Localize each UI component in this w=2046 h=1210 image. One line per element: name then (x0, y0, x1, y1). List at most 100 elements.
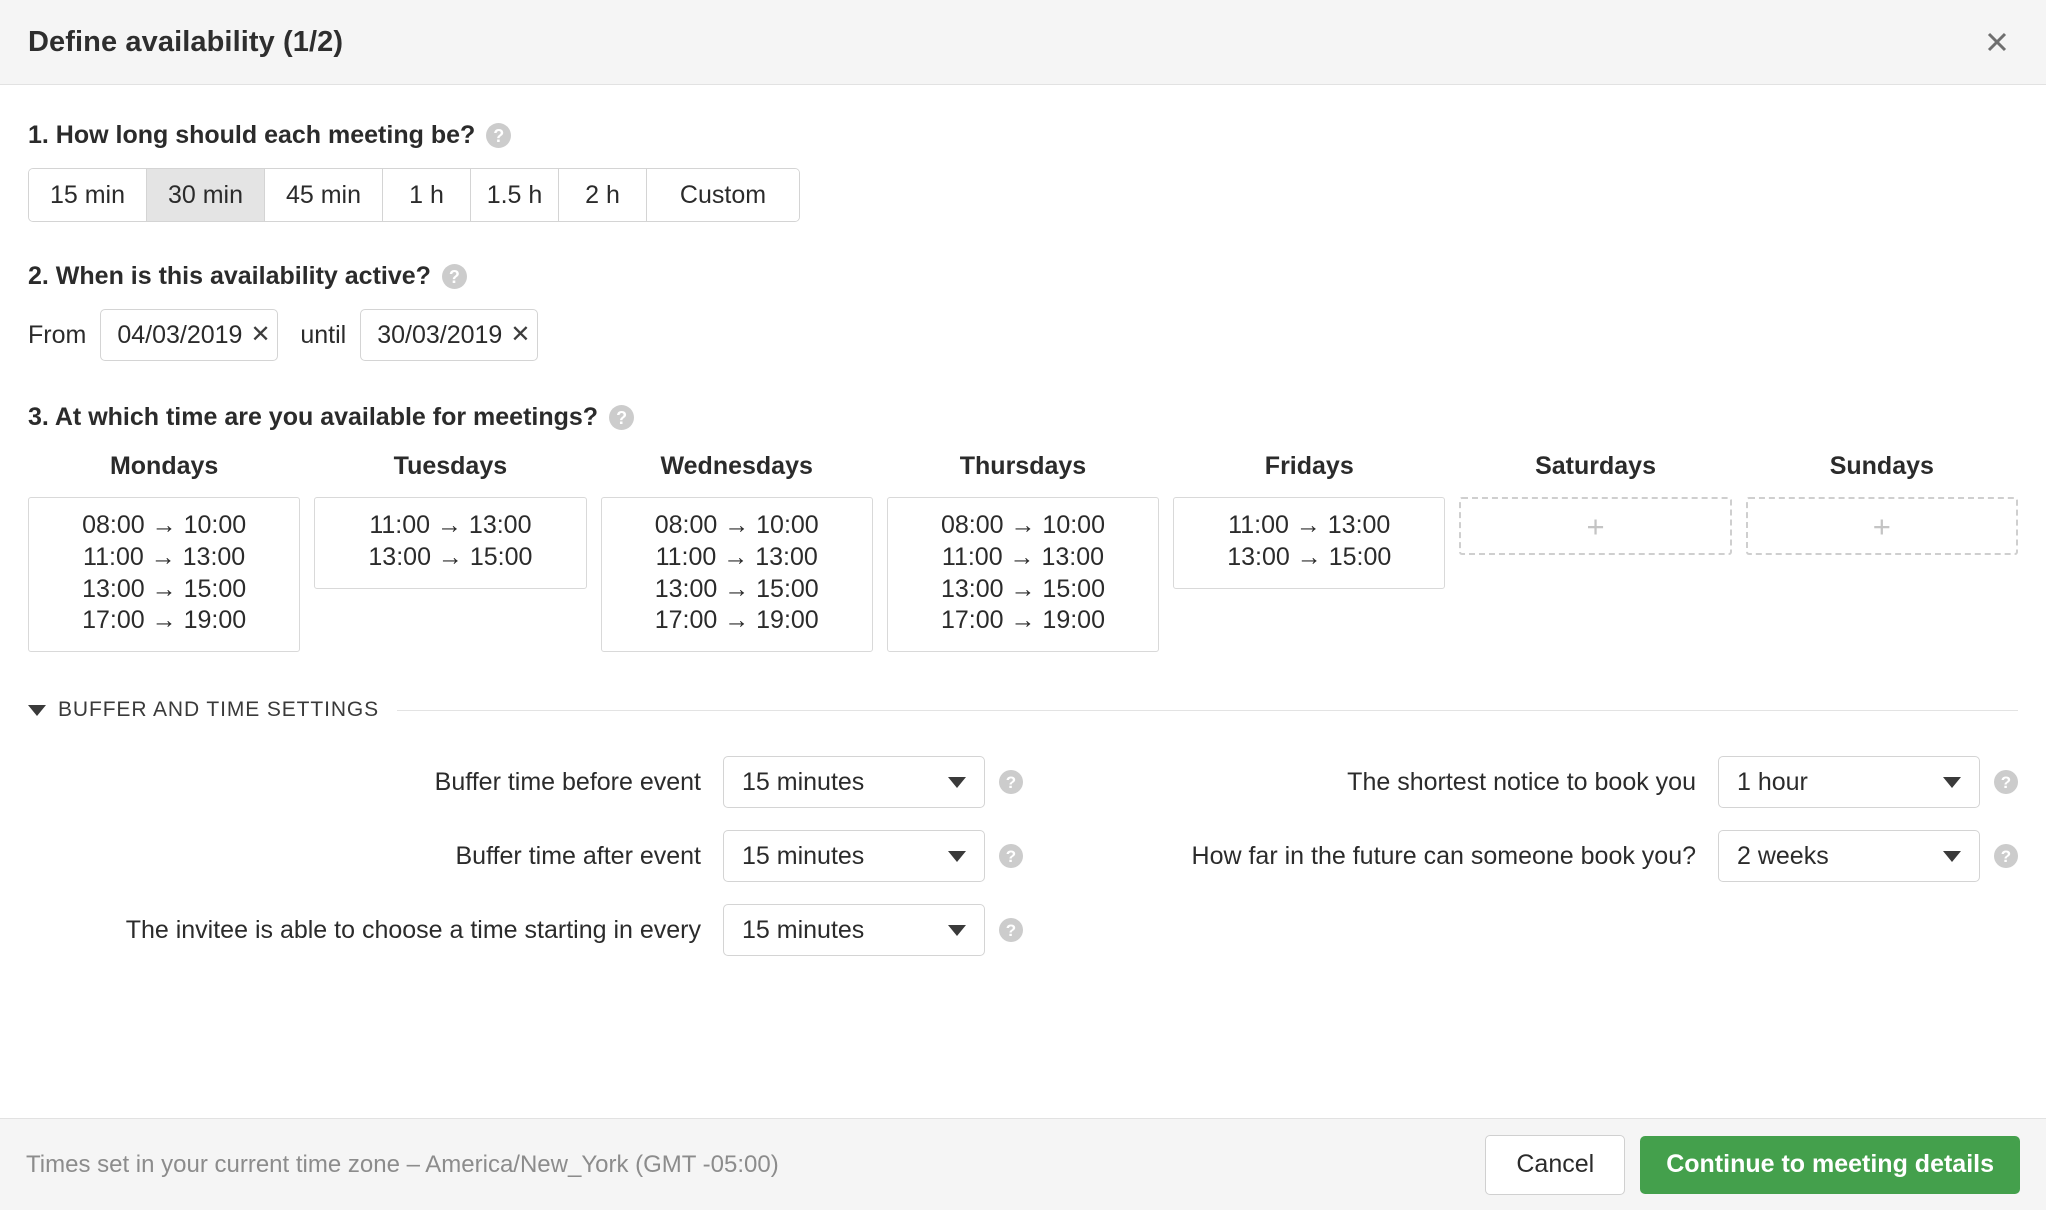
day-label: Wednesdays (660, 452, 813, 480)
help-icon[interactable]: ? (1994, 844, 2018, 868)
day-label: Sundays (1829, 452, 1934, 480)
from-date-field[interactable]: 04/03/2019 ✕ (100, 309, 279, 361)
plus-icon[interactable]: + (1873, 511, 1891, 542)
timezone-note: Times set in your current time zone – Am… (26, 1150, 779, 1178)
duration-option-45min[interactable]: 45 min (265, 169, 383, 221)
time-slot[interactable]: 11:00 → 13:00 (1184, 510, 1434, 542)
slot-box[interactable]: 08:00 → 10:00 11:00 → 13:00 13:00 → 15:0… (886, 497, 1160, 652)
select-value: 2 weeks (1737, 841, 1829, 870)
time-slot[interactable]: 17:00 → 19:00 (612, 605, 862, 637)
divider (397, 709, 2018, 711)
time-slot[interactable]: 11:00 → 13:00 (612, 542, 862, 574)
setting-buffer-before: Buffer time before event 15 minutes ? (28, 756, 1023, 808)
slot-box[interactable]: 08:00 → 10:00 11:00 → 13:00 13:00 → 15:0… (600, 497, 873, 652)
buffer-before-select[interactable]: 15 minutes (723, 756, 985, 808)
add-slot-box-sundays[interactable]: + (1745, 497, 2018, 555)
time-slot[interactable]: 11:00 → 13:00 (39, 542, 289, 574)
select-value: 15 minutes (742, 767, 865, 796)
clear-icon[interactable]: ✕ (502, 323, 530, 347)
time-slot[interactable]: 08:00 → 10:00 (898, 510, 1148, 542)
cancel-button[interactable]: Cancel (1485, 1134, 1626, 1195)
close-icon[interactable] (1976, 21, 2018, 63)
question-duration: 1. How long should each meeting be? ? (28, 121, 2018, 150)
help-icon[interactable]: ? (999, 770, 1023, 794)
buffer-section-header[interactable]: BUFFER AND TIME SETTINGS (28, 698, 2018, 722)
help-icon[interactable]: ? (1994, 770, 2018, 794)
time-slot[interactable]: 13:00 → 15:00 (1184, 542, 1434, 574)
help-icon[interactable]: ? (999, 844, 1023, 868)
day-column-fridays: Fridays 11:00 → 13:00 13:00 → 15:00 (1173, 452, 1446, 652)
duration-option-30min[interactable]: 30 min (147, 169, 265, 221)
slot-box[interactable]: 11:00 → 13:00 13:00 → 15:00 (314, 497, 587, 589)
define-availability-dialog: Define availability (1/2) 1. How long sh… (0, 0, 2046, 1210)
setting-start-increment: The invitee is able to choose a time sta… (28, 904, 1023, 956)
day-column-thursdays: Thursdays 08:00 → 10:00 11:00 → 13:00 13… (886, 452, 1160, 652)
start-increment-select[interactable]: 15 minutes (723, 904, 985, 956)
dialog-body: 1. How long should each meeting be? ? 15… (0, 85, 2046, 1118)
time-slot[interactable]: 17:00 → 19:00 (898, 605, 1148, 637)
day-column-saturdays: Saturdays + (1459, 452, 1732, 652)
day-label: Saturdays (1535, 452, 1656, 480)
buffer-after-select[interactable]: 15 minutes (723, 830, 985, 882)
time-slot[interactable]: 11:00 → 13:00 (325, 510, 575, 542)
buffer-settings-right-column: The shortest notice to book you 1 hour ?… (1023, 756, 2018, 978)
chevron-down-icon (1943, 776, 1961, 788)
chevron-down-icon (948, 924, 966, 936)
duration-option-custom[interactable]: Custom (647, 169, 799, 221)
question-times-label: 3. At which time are you available for m… (28, 403, 599, 431)
setting-label: The invitee is able to choose a time sta… (125, 915, 701, 944)
select-value: 15 minutes (742, 915, 865, 944)
question-active-range-label: 2. When is this availability active? (28, 262, 431, 290)
chevron-down-icon (948, 850, 966, 862)
duration-option-1h[interactable]: 1 h (383, 169, 471, 221)
duration-segmented-control[interactable]: 15 min 30 min 45 min 1 h 1.5 h 2 h Custo… (28, 168, 800, 222)
time-slot[interactable]: 13:00 → 15:00 (898, 574, 1148, 606)
setting-buffer-after: Buffer time after event 15 minutes ? (28, 830, 1023, 882)
time-slot[interactable]: 13:00 → 15:00 (39, 574, 289, 606)
setting-future-limit: How far in the future can someone book y… (1023, 830, 2018, 882)
shortest-notice-select[interactable]: 1 hour (1718, 756, 1980, 808)
add-slot-box-saturdays[interactable]: + (1459, 497, 1732, 555)
time-slot[interactable]: 13:00 → 15:00 (612, 574, 862, 606)
help-icon[interactable]: ? (441, 264, 467, 289)
time-slot[interactable]: 13:00 → 15:00 (325, 542, 575, 574)
setting-label: The shortest notice to book you (1347, 767, 1696, 796)
day-label: Fridays (1264, 452, 1354, 480)
time-slot[interactable]: 11:00 → 13:00 (898, 542, 1148, 574)
time-slot[interactable]: 17:00 → 19:00 (39, 605, 289, 637)
until-date-value: 30/03/2019 (377, 320, 503, 349)
active-range-row: From 04/03/2019 ✕ until 30/03/2019 ✕ (28, 309, 2018, 361)
day-column-tuesdays: Tuesdays 11:00 → 13:00 13:00 → 15:00 (314, 452, 587, 652)
help-icon[interactable]: ? (999, 918, 1023, 942)
duration-option-15min[interactable]: 15 min (29, 169, 147, 221)
question-active-range: 2. When is this availability active? ? (28, 262, 2018, 291)
until-date-field[interactable]: 30/03/2019 ✕ (360, 309, 539, 361)
plus-icon[interactable]: + (1586, 511, 1604, 542)
duration-option-2h[interactable]: 2 h (559, 169, 647, 221)
buffer-section-title: BUFFER AND TIME SETTINGS (58, 698, 380, 721)
slot-box[interactable]: 08:00 → 10:00 11:00 → 13:00 13:00 → 15:0… (28, 497, 301, 652)
question-duration-label: 1. How long should each meeting be? (28, 121, 476, 149)
page-title: Define availability (1/2) (28, 25, 344, 58)
dialog-footer: Times set in your current time zone – Am… (0, 1118, 2046, 1210)
clear-icon[interactable]: ✕ (242, 323, 270, 347)
weekly-availability-grid: Mondays 08:00 → 10:00 11:00 → 13:00 13:0… (28, 452, 2018, 652)
future-limit-select[interactable]: 2 weeks (1718, 830, 1980, 882)
dialog-header: Define availability (1/2) (0, 0, 2046, 85)
slot-box[interactable]: 11:00 → 13:00 13:00 → 15:00 (1173, 497, 1446, 589)
from-label: From (28, 320, 87, 349)
chevron-down-icon (948, 776, 966, 788)
buffer-settings: Buffer time before event 15 minutes ? Bu… (28, 756, 2018, 978)
day-label: Thursdays (959, 452, 1087, 480)
time-slot[interactable]: 08:00 → 10:00 (612, 510, 862, 542)
chevron-down-icon[interactable] (28, 704, 46, 716)
select-value: 1 hour (1737, 767, 1808, 796)
duration-option-1-5h[interactable]: 1.5 h (471, 169, 559, 221)
setting-shortest-notice: The shortest notice to book you 1 hour ? (1023, 756, 2018, 808)
help-icon[interactable]: ? (609, 405, 635, 430)
day-label: Mondays (109, 452, 219, 480)
time-slot[interactable]: 08:00 → 10:00 (39, 510, 289, 542)
help-icon[interactable]: ? (486, 123, 512, 148)
until-label: until (300, 320, 347, 349)
continue-button[interactable]: Continue to meeting details (1640, 1135, 2020, 1194)
